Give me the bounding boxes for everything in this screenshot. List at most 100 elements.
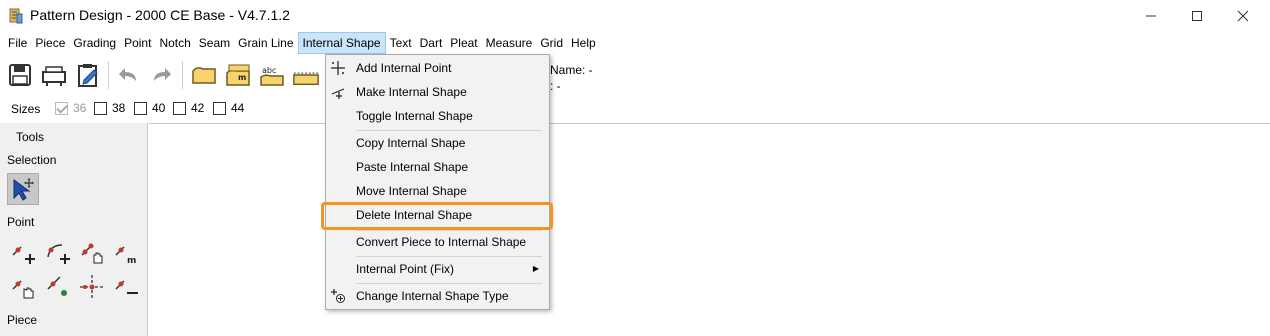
undo-icon	[119, 68, 136, 81]
plot-button[interactable]	[40, 61, 68, 89]
clipboard-edit-icon	[78, 64, 98, 87]
menu-grading[interactable]: Grading	[69, 32, 120, 54]
menu-item-label: Make Internal Shape	[356, 85, 467, 99]
delete-point-tool[interactable]	[110, 271, 142, 303]
intersect-point-icon	[80, 275, 104, 299]
section-point: Point	[7, 215, 35, 229]
size-label: 44	[231, 101, 245, 115]
piece-tool-button[interactable]	[190, 61, 218, 89]
ruler-piece-icon: m	[226, 64, 250, 86]
toolbar-separator	[182, 61, 183, 89]
add-point-tool[interactable]	[7, 237, 39, 269]
menu-item-paste-internal-shape[interactable]: Paste Internal Shape	[326, 155, 549, 179]
delete-point-icon	[115, 280, 138, 294]
drawing-canvas[interactable]	[149, 123, 1270, 336]
piece-shape-icon	[192, 67, 216, 84]
menu-item-add-internal-point[interactable]: Add Internal Point	[326, 56, 549, 80]
menu-internal-shape[interactable]: Internal Shape	[297, 32, 386, 54]
add-curve-point-tool[interactable]	[42, 237, 74, 269]
size-checkbox-44[interactable]: 44	[213, 101, 244, 115]
seam-piece-icon	[293, 72, 319, 86]
menu-dart[interactable]: Dart	[416, 32, 447, 54]
menu-item-label: Move Internal Shape	[356, 184, 467, 198]
menu-grid[interactable]: Grid	[536, 32, 567, 54]
undo-button[interactable]	[114, 61, 142, 89]
size-label: 36	[73, 101, 87, 115]
checkbox-icon	[94, 101, 107, 115]
size-label: 38	[112, 101, 126, 115]
window-title: Pattern Design - 2000 CE Base - V4.7.1.2	[30, 7, 290, 23]
split-point-icon	[47, 276, 67, 296]
menu-notch[interactable]: Notch	[155, 32, 194, 54]
menu-pleat[interactable]: Pleat	[446, 32, 481, 54]
menu-help[interactable]: Help	[567, 32, 600, 54]
toolbar: m abc Name: - : -	[0, 55, 1270, 95]
redo-button[interactable]	[148, 61, 176, 89]
close-button[interactable]	[1220, 0, 1266, 32]
add-point-icon	[12, 246, 35, 264]
menu-item-make-internal-shape[interactable]: Make Internal Shape	[326, 80, 549, 104]
text-piece-icon: abc	[260, 66, 284, 86]
svg-text:m: m	[127, 256, 136, 266]
add-curve-point-icon	[47, 244, 70, 264]
seam-piece-button[interactable]	[292, 61, 320, 89]
tools-panel: Tools Selection Point m Piece	[0, 123, 148, 336]
maximize-icon	[1192, 11, 1202, 21]
checkbox-checked-icon	[55, 101, 68, 115]
menu-text[interactable]: Text	[386, 32, 416, 54]
section-piece: Piece	[7, 313, 38, 327]
piece-name-info: Name: -	[550, 63, 593, 77]
svg-text:m: m	[238, 73, 246, 82]
size-checkbox-36[interactable]: 36	[55, 101, 86, 115]
app-icon	[9, 8, 23, 24]
measure-point-icon: m	[115, 246, 136, 266]
menu-point[interactable]: Point	[120, 32, 155, 54]
checkbox-icon	[134, 101, 147, 115]
menu-measure[interactable]: Measure	[482, 32, 537, 54]
select-tool[interactable]	[7, 173, 39, 205]
svg-text:abc: abc	[262, 66, 276, 75]
menu-item-copy-internal-shape[interactable]: Copy Internal Shape	[326, 131, 549, 155]
select-arrow-icon	[13, 178, 34, 201]
piece-info-secondary: : -	[550, 79, 561, 93]
menu-grain-line[interactable]: Grain Line	[234, 32, 297, 54]
size-checkbox-38[interactable]: 38	[94, 101, 125, 115]
size-checkbox-40[interactable]: 40	[134, 101, 165, 115]
save-icon	[9, 64, 31, 86]
menu-item-convert-piece[interactable]: Convert Piece to Internal Shape	[326, 230, 549, 254]
menu-seam[interactable]: Seam	[195, 32, 234, 54]
minimize-button[interactable]	[1128, 0, 1174, 32]
drag-point-tool[interactable]	[7, 271, 39, 303]
menu-item-internal-point-fix[interactable]: Internal Point (Fix) ▶	[326, 257, 549, 281]
menu-piece[interactable]: Piece	[31, 32, 69, 54]
text-piece-button[interactable]: abc	[258, 61, 286, 89]
measure-point-tool[interactable]: m	[110, 237, 142, 269]
menu-item-change-internal-shape-type[interactable]: Change Internal Shape Type	[326, 284, 549, 308]
tools-title: Tools	[16, 130, 45, 144]
menu-item-move-internal-shape[interactable]: Move Internal Shape	[326, 179, 549, 203]
menu-item-toggle-internal-shape[interactable]: Toggle Internal Shape	[326, 104, 549, 128]
sizes-bar: Sizes 36 38 40 42 44	[0, 97, 1270, 121]
size-label: 42	[191, 101, 205, 115]
submenu-arrow-icon: ▶	[532, 264, 539, 273]
move-point-hand-icon	[81, 243, 103, 264]
size-checkbox-42[interactable]: 42	[173, 101, 204, 115]
menu-item-label: Internal Point (Fix)	[356, 262, 455, 276]
edit-notes-button[interactable]	[74, 61, 102, 89]
measure-piece-button[interactable]: m	[224, 61, 252, 89]
menu-item-label: Change Internal Shape Type	[356, 289, 509, 303]
move-point-tool[interactable]	[76, 237, 108, 269]
split-point-tool[interactable]	[42, 271, 74, 303]
change-type-icon	[331, 289, 345, 303]
section-selection: Selection	[7, 153, 57, 167]
internal-shape-menu: Add Internal Point Make Internal Shape T…	[325, 54, 550, 310]
save-button[interactable]	[6, 61, 34, 89]
drag-point-hand-icon	[12, 280, 34, 299]
menu-file[interactable]: File	[4, 32, 31, 54]
maximize-button[interactable]	[1174, 0, 1220, 32]
intersect-point-tool[interactable]	[76, 271, 108, 303]
make-shape-icon	[331, 88, 345, 99]
minimize-icon	[1146, 15, 1156, 17]
checkbox-icon	[173, 101, 186, 115]
menu-item-label: Toggle Internal Shape	[356, 109, 473, 123]
